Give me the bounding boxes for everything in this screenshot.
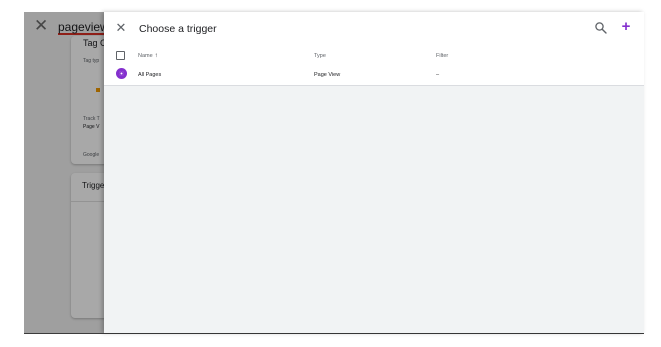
column-header-name[interactable]: Name ↑ xyxy=(138,52,158,60)
tag-type-label: Tag typ xyxy=(83,58,100,64)
trigger-name[interactable]: All Pages xyxy=(138,71,161,79)
close-icon[interactable]: ✕ xyxy=(114,20,128,36)
tag-name-title[interactable]: pageview xyxy=(58,20,109,34)
divider xyxy=(24,333,644,334)
panel-header: ✕ Choose a trigger + xyxy=(104,12,644,46)
column-header-type: Type xyxy=(314,53,326,59)
table-row[interactable]: All Pages Page View – xyxy=(104,66,644,86)
warning-icon xyxy=(96,88,100,92)
column-header-name-label: Name xyxy=(138,53,153,59)
tag-card-header: Tag C xyxy=(83,38,107,48)
search-icon[interactable] xyxy=(594,21,608,35)
select-all-checkbox[interactable] xyxy=(116,51,125,60)
column-header-filter: Filter xyxy=(436,53,449,59)
choose-trigger-panel: ✕ Choose a trigger + Name ↑ Type Filter A… xyxy=(104,12,644,333)
table-header-row: Name ↑ Type Filter xyxy=(104,46,644,66)
tag-card-footer: Google xyxy=(83,152,100,158)
add-icon[interactable]: + xyxy=(619,19,633,35)
pageview-trigger-icon xyxy=(116,68,127,79)
trigger-filter: – xyxy=(436,72,440,78)
track-type-value: Page V xyxy=(83,124,100,130)
trigger-table: Name ↑ Type Filter All Pages Page View – xyxy=(104,46,644,86)
panel-title: Choose a trigger xyxy=(139,23,217,35)
close-icon[interactable]: ✕ xyxy=(34,17,48,35)
sort-ascending-icon: ↑ xyxy=(154,53,158,59)
triggering-card-title: Trigge xyxy=(82,181,105,190)
trigger-type: Page View xyxy=(314,72,341,78)
track-type-label: Track T xyxy=(83,116,100,122)
